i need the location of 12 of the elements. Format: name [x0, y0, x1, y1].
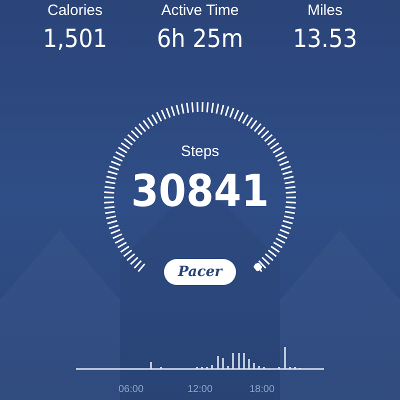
stat-value: 1,501: [42, 23, 108, 55]
stat-label: Active Time: [161, 2, 239, 20]
steps-label: Steps: [180, 143, 220, 161]
stat-label: Calories: [47, 2, 103, 20]
time-axis-label: 18:00: [248, 384, 276, 395]
time-axis-label: 12:00: [186, 384, 214, 395]
pacer-button[interactable]: Pacer: [164, 259, 236, 285]
time-axis-label: 06:00: [117, 384, 145, 395]
steps-count: 30841: [131, 167, 269, 217]
stat-value: 6h 25m: [156, 23, 244, 55]
stat-label: Miles: [307, 2, 342, 20]
stat-value: 13.53: [292, 23, 358, 55]
